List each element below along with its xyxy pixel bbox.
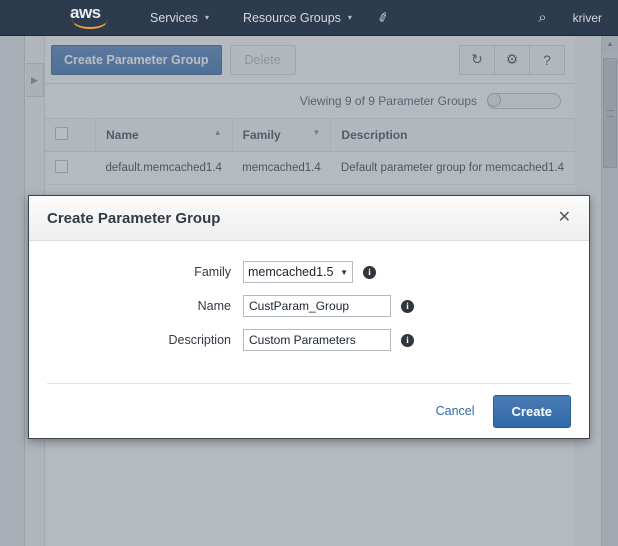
nav-resource-groups-label: Resource Groups	[243, 11, 341, 25]
nav-resource-groups[interactable]: Resource Groups ▾	[243, 11, 352, 25]
create-button[interactable]: Create	[493, 395, 571, 428]
name-info-icon[interactable]: i	[401, 300, 414, 313]
nav-services[interactable]: Services ▾	[150, 11, 209, 25]
create-parameter-group-dialog: Create Parameter Group ✕ Family memcache…	[28, 195, 590, 439]
chevron-down-icon: ▾	[348, 13, 352, 22]
family-label: Family	[47, 265, 243, 279]
description-label: Description	[47, 333, 243, 347]
nav-services-label: Services	[150, 11, 198, 25]
dialog-body: Family memcached1.5 ▼ i Name i Descripti…	[29, 241, 589, 371]
field-row-family: Family memcached1.5 ▼ i	[47, 261, 571, 283]
close-icon[interactable]: ✕	[558, 210, 571, 226]
name-label: Name	[47, 299, 243, 313]
family-select-value: memcached1.5	[248, 265, 333, 279]
name-input[interactable]	[243, 295, 391, 317]
dialog-header: Create Parameter Group ✕	[29, 196, 589, 241]
bell-icon[interactable]: ⌕	[538, 9, 546, 26]
nav-username[interactable]: kriver	[573, 11, 602, 25]
pin-icon[interactable]: ✐	[376, 8, 392, 27]
field-row-name: Name i	[47, 295, 571, 317]
dialog-footer: Cancel Create	[29, 384, 589, 438]
field-row-description: Description i	[47, 329, 571, 351]
aws-logo[interactable]: aws	[70, 4, 116, 32]
chevron-down-icon: ▼	[340, 268, 348, 277]
dialog-title: Create Parameter Group	[47, 210, 220, 227]
family-info-icon[interactable]: i	[363, 266, 376, 279]
cancel-button[interactable]: Cancel	[436, 404, 475, 418]
nav-right-group: ⌕ kriver	[538, 9, 608, 26]
description-input[interactable]	[243, 329, 391, 351]
aws-top-nav: aws Services ▾ Resource Groups ▾ ✐ ⌕ kri…	[0, 0, 618, 36]
description-info-icon[interactable]: i	[401, 334, 414, 347]
family-select[interactable]: memcached1.5 ▼	[243, 261, 353, 283]
chevron-down-icon: ▾	[205, 13, 209, 22]
aws-logo-text: aws	[70, 4, 116, 21]
